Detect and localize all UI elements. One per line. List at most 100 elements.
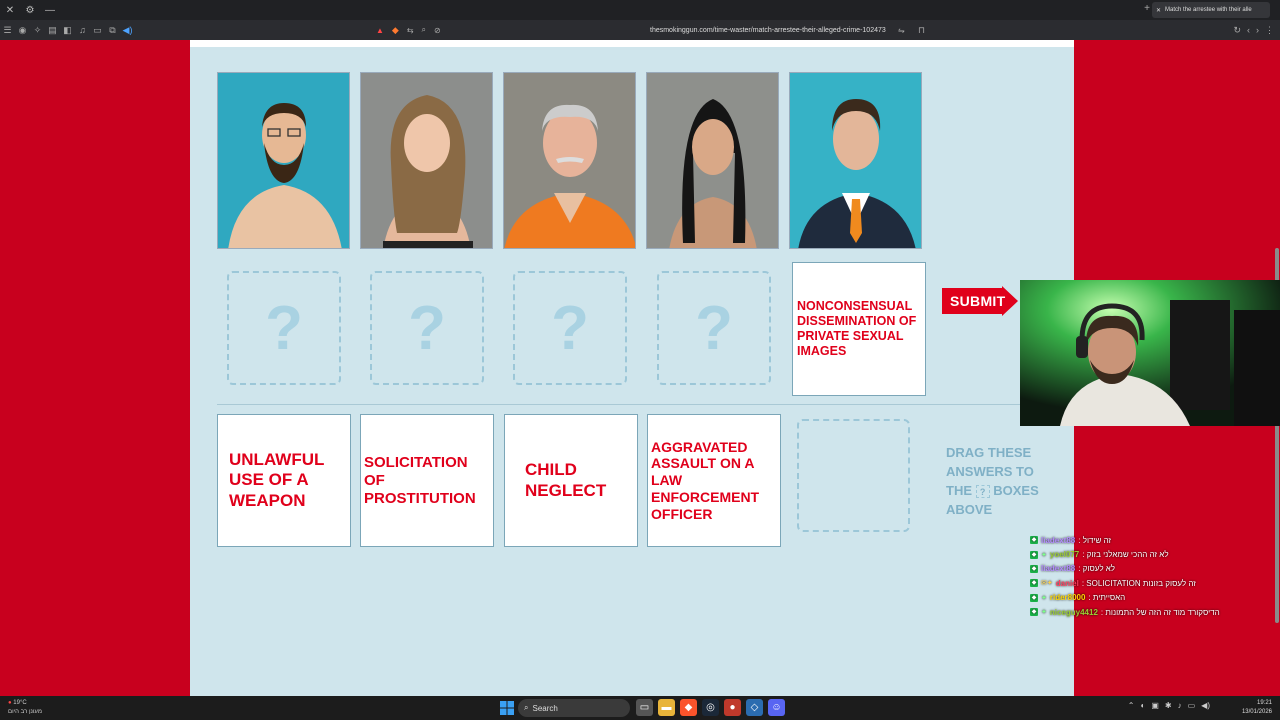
tab-switch-icon[interactable]: ⇆	[407, 26, 414, 35]
submit-label: SUBMIT	[950, 293, 1006, 309]
answer-slot-3[interactable]: ?	[513, 271, 627, 385]
tab-close-icon[interactable]: ✕	[1156, 7, 1161, 14]
warning-icon[interactable]: ▲	[376, 26, 384, 35]
back-icon[interactable]: ‹	[1247, 25, 1250, 35]
chat-message: ◆ liadext88: לא לעסוק	[1030, 562, 1280, 576]
new-tab-button[interactable]: +	[1144, 3, 1150, 14]
system-tray: ⌃ ◐ ▣ ✱ ♪ ▭ ◀)	[1128, 701, 1210, 710]
windows-taskbar: ● 19°C מעונן רב היום ⌕ Search ▭ ▬ ◆ ◎ ● …	[0, 696, 1280, 720]
moderator-badge-icon: ◆	[1030, 536, 1038, 545]
minimize-icon[interactable]: —	[40, 5, 60, 16]
menu-more-icon[interactable]: ⋮	[1265, 25, 1274, 36]
answer-card-2[interactable]: Solicitation of prostitution	[360, 414, 494, 547]
tray-mic-icon[interactable]: ♪	[1178, 701, 1182, 710]
submit-button[interactable]: SUBMIT	[942, 286, 1018, 316]
taskbar-search[interactable]: ⌕ Search	[518, 699, 630, 717]
weather-widget[interactable]: ● 19°C מעונן רב היום	[8, 699, 42, 717]
answer-card-4[interactable]: Aggravated assault on a law enforcement …	[647, 414, 781, 547]
split-view-icon[interactable]: ◧	[60, 20, 75, 40]
moderator-badge-icon: ◆	[1030, 579, 1038, 588]
chat-text: : זה שידול	[1078, 535, 1112, 545]
settings-icon[interactable]: ⚙	[20, 5, 40, 16]
chat-text: : SOLICITATION זה לעסוק בזונות	[1081, 578, 1196, 588]
mugshot-3	[503, 72, 636, 249]
steam-icon[interactable]: ◎	[702, 699, 719, 716]
chat-text: : לא לעסוק	[1078, 564, 1116, 574]
chat-username[interactable]: yoel077	[1050, 550, 1079, 559]
tracking-off-icon[interactable]: ⊘	[434, 26, 441, 35]
url-text[interactable]: thesmokinggun.com/time-waster/match-arre…	[650, 27, 886, 34]
mugshot-1	[217, 72, 350, 249]
chat-message: ◆ ✦ yoel077: לא זה ההכי שמאלני בזוק	[1030, 547, 1280, 561]
stream-chat: ◆ liadext88: זה שידול ◆ ✦ yoel077: לא זה הה…	[1030, 533, 1280, 619]
tray-app-icon[interactable]: ◐	[1141, 701, 1146, 710]
tray-chevron-icon[interactable]: ⌃	[1128, 701, 1135, 710]
toolbar-right: ↻ ‹ › ⋮	[1233, 20, 1274, 40]
weather-temp: 19°C	[13, 700, 27, 706]
answer-card-1[interactable]: Unlawful use of a weapon	[217, 414, 351, 547]
screenshot-icon[interactable]: ▭	[90, 20, 105, 40]
pin-icon[interactable]: ✧	[30, 20, 45, 40]
menu-icon[interactable]: ☰	[0, 20, 15, 40]
chat-message: ◆ ✦ rider8000: האסייתית	[1030, 591, 1280, 605]
chat-text: : הדיסקורד מוד זה הזה של התמונות	[1100, 607, 1220, 617]
brave-browser-icon[interactable]: ◆	[680, 699, 697, 716]
forward-icon[interactable]: ›	[1256, 25, 1259, 35]
app-icon[interactable]: ◇	[746, 699, 763, 716]
brave-shield-icon[interactable]: ◆	[392, 25, 399, 36]
chat-username[interactable]: daniel	[1056, 579, 1079, 588]
hint-boxes: BOXES	[993, 482, 1039, 498]
streamer-webcam	[1020, 280, 1280, 426]
answer-slot-4[interactable]: ?	[657, 271, 771, 385]
answer-slot-2[interactable]: ?	[370, 271, 484, 385]
browser-tab[interactable]: ✕ Match the arrestee with their alle	[1152, 2, 1270, 18]
hint-line-4: ABOVE	[946, 501, 993, 517]
browser-titlebar: ✕ ⚙ — + ✕ Match the arrestee with their …	[0, 0, 1280, 20]
chat-username[interactable]: liadext88	[1041, 536, 1075, 545]
tab-title: Match the arrestee with their alle	[1165, 7, 1252, 13]
moderator-badge-icon: ◆	[1030, 593, 1038, 602]
discord-icon[interactable]: ☺	[768, 699, 785, 716]
taskbar-apps: ▭ ▬ ◆ ◎ ● ◇ ☺	[636, 699, 785, 716]
task-view-icon[interactable]: ▭	[636, 699, 653, 716]
moderator-badge-icon: ◆	[1030, 564, 1038, 573]
answer-slot-1[interactable]: ?	[227, 271, 341, 385]
obs-icon[interactable]: ●	[724, 699, 741, 716]
hint-line-3: THE ? BOXES	[946, 482, 1046, 501]
music-icon[interactable]: ♫	[75, 20, 90, 40]
reload-icon[interactable]: ↻	[1233, 25, 1241, 36]
windows-start-icon[interactable]	[500, 701, 514, 715]
tray-network-icon[interactable]: ▭	[1188, 701, 1196, 710]
audio-icon[interactable]: ◀)	[120, 20, 135, 40]
mugshot-5	[789, 72, 922, 249]
clock-time: 19:21	[1256, 700, 1272, 706]
chat-username[interactable]: liadext88	[1041, 564, 1075, 573]
game-page: ? ? ? ? Nonconsensual Dissemination of P…	[190, 40, 1074, 696]
tray-bluetooth-icon[interactable]: ✱	[1165, 701, 1172, 710]
location-icon[interactable]: ◉	[15, 20, 30, 40]
close-window-icon[interactable]: ✕	[0, 5, 20, 16]
taskbar-clock[interactable]: 19:21 13/01/2026	[1242, 699, 1272, 717]
tray-twitch-icon[interactable]: ▣	[1151, 701, 1159, 710]
moderator-badge-icon: ◆	[1030, 550, 1038, 559]
extension-icon[interactable]: ⧉	[105, 20, 120, 40]
chat-username[interactable]: rider8000	[1050, 593, 1086, 602]
empty-answer-slot[interactable]	[797, 419, 910, 532]
placed-answer-card[interactable]: Nonconsensual Dissemination of Private S…	[792, 262, 926, 396]
tray-volume-icon[interactable]: ◀)	[1201, 701, 1210, 710]
sidebar-icon[interactable]: ▤	[45, 20, 60, 40]
moderator-badge-icon: ◆	[1030, 608, 1038, 617]
share-icon[interactable]: ⇋	[898, 26, 905, 35]
clock-date: 13/01/2026	[1241, 709, 1272, 715]
search-label: Search	[532, 703, 558, 713]
answer-card-3[interactable]: Child Neglect	[504, 414, 638, 547]
address-bar[interactable]: ▲ ◆ ⇆ ⌕ ⊘ thesmokinggun.com/time-waster/…	[370, 22, 930, 38]
gem-badge-icon: ✦	[1041, 551, 1047, 559]
zoom-icon[interactable]: ⌕	[422, 25, 426, 35]
chat-username[interactable]: niceguy4412	[1050, 608, 1098, 617]
bookmark-icon[interactable]: ⊓	[918, 25, 925, 36]
search-icon: ⌕	[524, 703, 529, 712]
chat-text: : לא זה ההכי שמאלני בזוק	[1082, 550, 1169, 560]
file-explorer-icon[interactable]: ▬	[658, 699, 675, 716]
hint-the: THE	[946, 482, 972, 498]
